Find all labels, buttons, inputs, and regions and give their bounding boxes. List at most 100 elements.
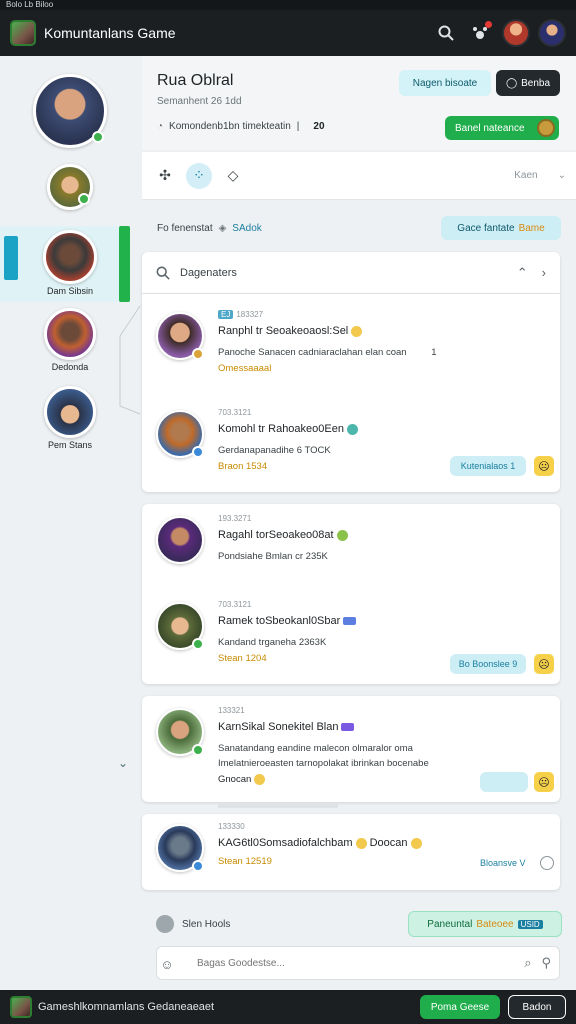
message-author: KarnSikal Sonekitel Blan [218,721,355,733]
bottom-user: Slen Hools [182,918,231,930]
emoji-icon [410,837,422,849]
main-panel: Rua Oblral Semanhent 26 1dd ◔ Komondenb1… [142,56,576,990]
message-card: EJ 183327 Ranphl tr Seoakeoaosl:Sel Panoc… [142,294,560,492]
green-action-button[interactable]: Banel nateance [445,116,559,140]
profile-header: Rua Oblral Semanhent 26 1dd ◔ Komondenb1… [142,56,576,150]
puzzle-icon[interactable]: ✣ [152,163,178,189]
status-badge [192,348,204,360]
emoji-icon[interactable]: ☺ [155,947,179,981]
avatar [47,164,93,210]
footer-bar: Gameshlkomnamlans Gedaneaeaet Poma Geese… [0,990,576,1024]
profile-meta-text: Komondenb1bn timekteatin [169,121,291,132]
message-card: 193.3271 Ragahl torSeoakeo08at Pondsiahe… [142,504,560,684]
avatar [33,74,107,148]
list-item[interactable]: EJ 183327 Ranphl tr Seoakeoaosl:Sel Panoc… [156,310,556,382]
emoji-icon [346,423,358,435]
avatar [156,516,204,564]
top-bar: Komuntanlans Game [0,10,576,56]
emoji-icon [336,529,348,541]
send-chip: USID [517,919,543,929]
chevron-up-icon[interactable]: ⌃ [517,265,528,281]
search-icon [156,266,170,280]
emoji-reaction-icon[interactable]: ☹ [534,456,554,476]
list-item[interactable]: 703.3121 Komohl tr Rahoakeo0Een Gerdanap… [156,408,556,480]
notification-icon[interactable] [466,19,494,47]
message-text: Panoche Sanacen cadniaraclahan elan coan… [218,347,437,358]
search-bar[interactable]: Dagenaters ⌃ › [142,252,560,294]
list-item[interactable]: 703.3121 Ramek toSbeokanl0Sbar Kandand t… [156,600,556,674]
tag-icon [341,723,355,732]
emoji-reaction-icon[interactable]: ☹ [534,654,554,674]
secondary-action-button[interactable]: ◯ Benba [496,70,560,96]
filter-button[interactable]: Gace fantate Bame [441,216,561,240]
chevron-down-icon: ⌄ [557,170,566,181]
bottom-row: Slen Hools Paneuntal Bateoee USID [142,906,576,942]
search-icon[interactable]: ⚲ [541,955,551,971]
coin-icon [537,119,555,137]
more-icon[interactable] [540,856,554,870]
sidebar-item-label: Dedonda [51,362,89,372]
sidebar-item-pem[interactable]: Pem Stans [0,386,140,450]
app-logo [10,996,32,1018]
green-action-label: Banel nateance [455,122,525,134]
sidebar-item-dam[interactable]: Dam Sibsin [0,230,140,296]
message-link[interactable]: Stean 1204 [218,653,267,664]
emoji-icon [254,774,266,785]
chevron-right-icon[interactable]: › [542,265,546,280]
footer-primary-button[interactable]: Poma Geese [420,995,500,1019]
list-item[interactable]: 193.3271 Ragahl torSeoakeo08at Pondsiahe… [156,514,556,586]
footer-secondary-button[interactable]: Badon [508,995,566,1019]
send-accent: Bateoee [476,918,514,930]
message-link[interactable]: Braon 1534 [218,461,267,472]
sidebar-item-label: Pem Stans [47,440,93,450]
status-badge [192,744,204,756]
filter-label: Fo fenenstat [157,222,213,234]
message-text-line3: Gnocan [218,774,266,785]
avatar [43,230,97,284]
sidebar-item-dedonda[interactable]: Dedonda [0,308,140,372]
list-item[interactable]: 133330 KAG6tl0Somsadiofalchbam Doocan St… [156,822,556,894]
online-indicator [78,193,90,205]
reply-link[interactable]: Bloansve V [480,858,526,868]
reply-button[interactable] [480,772,528,792]
tag-icon [343,617,357,626]
timestamp: 133321 [218,706,245,715]
list-item[interactable]: 133321 KarnSikal Sonekitel Blan Sanatand… [156,706,556,792]
clock-icon: ◔ [157,121,164,132]
message-text: Pondsiahe Bmlan cr 235K [218,551,328,562]
avatar[interactable] [502,19,530,47]
avatar [44,386,96,438]
emoji-icon [355,837,367,849]
sidebar-item-scout[interactable] [0,164,140,212]
attach-icon[interactable]: ⌕ [524,955,531,971]
user-avatar[interactable] [538,19,566,47]
emoji-reaction-icon[interactable]: ☹ [534,772,554,792]
timestamp: 703.3121 [218,600,252,609]
message-link[interactable]: Stean 12519 [218,856,272,867]
grid-icon[interactable]: ⁘ [186,162,212,189]
primary-action-button[interactable]: Nagen bisoate [399,70,491,96]
reply-button[interactable]: Kutenialaos 1 [450,456,526,476]
footer-title: Gameshlkomnamlans Gedaneaeaet [38,1001,215,1013]
app-title: Komuntanlans Game [44,25,176,41]
message-input[interactable] [197,957,515,969]
shield-icon: ◯ [505,77,518,89]
chevron-down-icon[interactable]: ⌄ [118,756,128,770]
toolbar-dropdown[interactable]: Kaen ⌄ [514,170,566,181]
filter-link[interactable]: SAdok [232,223,261,234]
shield-icon[interactable]: ◇ [220,163,246,189]
status-bar: Bolo Lb Biloo [0,0,576,10]
message-author: Komohl tr Rahoakeo0Een [218,423,358,435]
message-author: KAG6tl0Somsadiofalchbam Doocan [218,837,422,849]
message-author: Ranphl tr Seoakeoaosl:Sel [218,325,363,337]
sidebar-item-profile[interactable] [0,74,140,150]
message-card: 133321 KarnSikal Sonekitel Blan Sanatand… [142,696,560,802]
status-badge [192,446,204,458]
search-icon[interactable] [432,19,460,47]
message-link[interactable]: Omessaaaal [218,363,271,374]
reply-button[interactable]: Bo Boonslee 9 [450,654,526,674]
emoji-icon [351,325,363,337]
secondary-action-label: Benba [521,77,551,89]
notification-badge [485,21,492,28]
send-button[interactable]: Paneuntal Bateoee USID [408,911,562,937]
